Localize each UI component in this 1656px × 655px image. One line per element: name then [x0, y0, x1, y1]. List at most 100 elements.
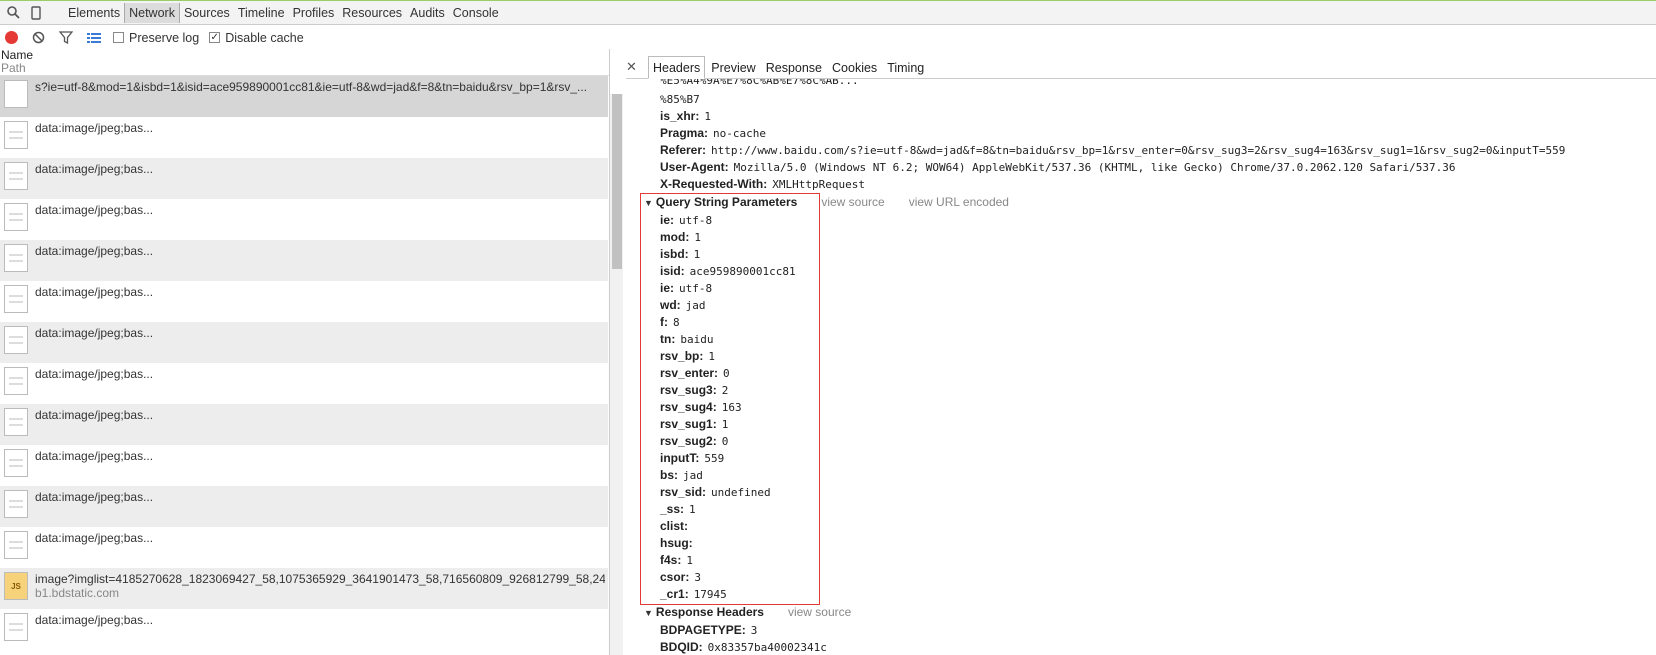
query-param-value: 1	[689, 503, 696, 516]
request-row[interactable]: data:image/jpeg;bas...	[0, 404, 608, 445]
query-param-value: 1	[693, 248, 701, 261]
request-row[interactable]: data:image/jpeg;bas...	[0, 609, 608, 650]
panel-tabs: Elements Network Sources Timeline Profil…	[64, 2, 503, 23]
request-url: data:image/jpeg;bas...	[35, 408, 154, 422]
view-source-link[interactable]: view source	[788, 605, 851, 619]
tab-preview[interactable]: Preview	[707, 57, 759, 78]
request-row[interactable]: data:image/jpeg;bas...	[0, 445, 608, 486]
query-param: clist:	[660, 518, 1656, 535]
response-section-title: Response Headers	[655, 605, 764, 619]
triangle-down-icon[interactable]: ▼	[644, 198, 653, 208]
query-param-value: 1	[686, 554, 693, 567]
query-param-value: 1	[708, 350, 715, 363]
request-header-value: 1	[704, 110, 711, 123]
large-rows-icon[interactable]	[87, 32, 101, 44]
view-url-encoded-link[interactable]: view URL encoded	[909, 195, 1009, 209]
request-row[interactable]: data:image/jpeg;bas...	[0, 117, 608, 158]
column-header[interactable]: Name Path	[0, 49, 609, 76]
query-param: f4s: 1	[660, 552, 1656, 569]
query-param-value: baidu	[680, 333, 714, 346]
request-name: data:image/jpeg;bas...	[35, 203, 605, 217]
query-param-value: 0	[721, 435, 729, 448]
request-row[interactable]: JS image?imglist=4185270628_1823069427_58…	[0, 568, 608, 609]
tab-headers[interactable]: Headers	[648, 56, 706, 79]
tab-sources[interactable]: Sources	[180, 3, 234, 23]
tab-timing[interactable]: Timing	[883, 57, 928, 78]
query-param-key: rsv_bp:	[660, 349, 704, 363]
query-section-title: Query String Parameters	[655, 195, 798, 209]
query-param: csor: 3	[660, 569, 1656, 586]
search-icon[interactable]	[3, 3, 23, 23]
request-row[interactable]: data:image/jpeg;bas...	[0, 363, 608, 404]
query-param: _cr1: 17945	[660, 586, 1656, 603]
query-param: tn: baidu	[660, 331, 1656, 348]
triangle-down-icon[interactable]: ▼	[644, 608, 653, 618]
tab-timeline[interactable]: Timeline	[234, 3, 289, 23]
request-name: data:image/jpeg;bas...	[35, 121, 605, 135]
request-name: data:image/jpeg;bas...	[35, 285, 605, 299]
js-file-icon: JS	[4, 572, 28, 600]
device-mode-icon[interactable]	[26, 3, 46, 23]
truncated-header-line: %E5%A4%9A%E7%8C%AB%E7%8C%AB...	[660, 79, 859, 87]
tab-response[interactable]: Response	[762, 57, 826, 78]
request-header-value: http://www.baidu.com/s?ie=utf-8&wd=jad&f…	[711, 144, 1566, 157]
scrollbar-thumb[interactable]	[612, 94, 622, 269]
request-url: data:image/jpeg;bas...	[35, 285, 154, 299]
preserve-log-checkbox[interactable]: Preserve log	[113, 31, 199, 45]
query-param-key: csor:	[660, 570, 690, 584]
path-column-label: Path	[1, 61, 26, 75]
devtools-topbar: Elements Network Sources Timeline Profil…	[0, 0, 1656, 25]
checkbox-box-checked[interactable]: ✓	[209, 32, 221, 43]
query-param-value: jad	[683, 469, 703, 482]
query-param-value: undefined	[711, 486, 771, 499]
query-param-value: 0	[723, 367, 730, 380]
tab-console[interactable]: Console	[449, 3, 503, 23]
query-param: _ss: 1	[660, 501, 1656, 518]
tab-audits[interactable]: Audits	[406, 3, 449, 23]
response-section-header[interactable]: ▼ Response Headers view source	[644, 603, 1656, 622]
tab-elements[interactable]: Elements	[64, 3, 124, 23]
request-header-key: Referer:	[660, 143, 707, 157]
close-icon[interactable]: ✕	[626, 53, 648, 75]
tab-network[interactable]: Network	[124, 2, 180, 23]
clear-icon[interactable]	[32, 31, 45, 44]
request-name: data:image/jpeg;bas...	[35, 408, 605, 422]
query-param-key: bs:	[660, 468, 678, 482]
query-param: rsv_sug1: 1	[660, 416, 1656, 433]
request-row[interactable]: data:image/jpeg;bas...	[0, 199, 608, 240]
request-row[interactable]: data:image/jpeg;bas...	[0, 486, 608, 527]
tab-profiles[interactable]: Profiles	[289, 3, 339, 23]
request-row[interactable]: data:image/jpeg;bas...	[0, 281, 608, 322]
query-param: inputT: 559	[660, 450, 1656, 467]
query-param-key: clist:	[660, 519, 689, 533]
view-source-link[interactable]: view source	[821, 195, 884, 209]
query-param-value: 2	[721, 384, 729, 397]
request-row[interactable]: data:image/jpeg;bas...	[0, 322, 608, 363]
request-row[interactable]: data:image/jpeg;bas...	[0, 240, 608, 281]
response-header: BDPAGETYPE: 3	[660, 622, 1656, 639]
request-header: Referer: http://www.baidu.com/s?ie=utf-8&…	[660, 142, 1656, 159]
query-param: wd: jad	[660, 297, 1656, 314]
tab-cookies[interactable]: Cookies	[828, 57, 881, 78]
preserve-log-label: Preserve log	[129, 30, 200, 45]
request-row[interactable]: data:image/jpeg;bas...	[0, 527, 608, 568]
query-param: rsv_sid: undefined	[660, 484, 1656, 501]
query-param-value: 3	[694, 571, 701, 584]
tab-resources[interactable]: Resources	[338, 3, 406, 23]
checkbox-box[interactable]	[113, 32, 124, 43]
request-name: data:image/jpeg;bas...	[35, 326, 605, 340]
request-row[interactable]: s?ie=utf-8&mod=1&isbd=1&isid=ace95989000…	[0, 76, 608, 117]
image-thumbnail-icon	[4, 162, 28, 190]
record-button[interactable]	[5, 31, 18, 44]
query-param-key: f4s:	[660, 553, 682, 567]
request-header-key: User-Agent:	[660, 160, 729, 174]
request-name: data:image/jpeg;bas...	[35, 449, 605, 463]
request-url: image?imglist=4185270628_1823069427_58,1…	[35, 572, 605, 586]
query-param: isid: ace959890001cc81	[660, 263, 1656, 280]
request-header-key: is_xhr:	[660, 109, 700, 123]
request-row[interactable]: data:image/jpeg;bas...	[0, 158, 608, 199]
query-section-header[interactable]: ▼ Query String Parameters view source view …	[644, 193, 1656, 212]
disable-cache-checkbox[interactable]: ✓ Disable cache	[209, 31, 304, 45]
request-name: data:image/jpeg;bas...	[35, 367, 605, 381]
filter-icon[interactable]	[59, 31, 73, 44]
